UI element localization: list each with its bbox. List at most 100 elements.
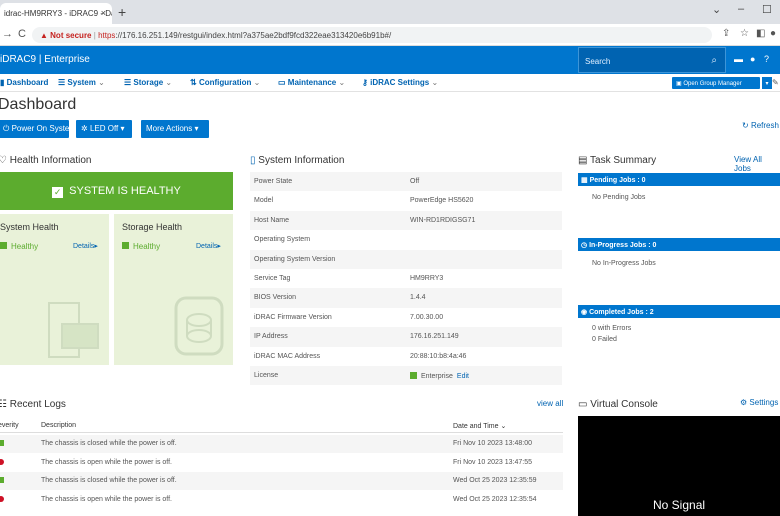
system-info-row: Model PowerEdge HS5620 [250, 191, 562, 210]
col-severity[interactable]: everity [0, 422, 19, 429]
system-health-card: System Health Healthy Details▸ [0, 214, 109, 365]
led-button[interactable]: ✲ LED Off ▾ [76, 120, 132, 138]
menu-configuration-label: Configuration [198, 78, 252, 87]
log-row[interactable]: The chassis is closed while the power is… [0, 472, 563, 490]
new-tab-button[interactable]: + [118, 4, 126, 20]
log-row[interactable]: The chassis is open while the power is o… [0, 454, 563, 472]
calendar-icon: ▦ [581, 177, 590, 184]
system-info-label: IP Address [254, 333, 288, 341]
license-edit-link[interactable]: Edit [457, 373, 469, 380]
health-banner: ✓ SYSTEM IS HEALTHY [0, 172, 233, 210]
virtual-console-title-text: Virtual Console [590, 399, 658, 410]
menu-system[interactable]: ☰ System ⌄ [58, 78, 105, 87]
system-info-value: Enterprise Edit [410, 372, 469, 380]
system-info-label: iDRAC Firmware Version [254, 313, 332, 321]
completed-jobs-label: Completed Jobs : 2 [589, 309, 654, 316]
health-banner-text: SYSTEM IS HEALTHY [69, 185, 181, 197]
gear-icon: ⚙ [740, 398, 750, 407]
home-icon: ▮ [0, 78, 7, 87]
system-info-label: Host Name [254, 216, 290, 224]
system-info-value: Off [410, 178, 420, 185]
storage-icon [174, 296, 224, 356]
menu-storage-label: Storage [133, 78, 164, 87]
log-description: The chassis is open while the power is o… [41, 495, 172, 503]
profile-icon[interactable]: ● [770, 28, 776, 39]
check-icon [122, 242, 129, 249]
log-date: Wed Oct 25 2023 12:35:59 [453, 477, 537, 484]
page-title: Dashboard [0, 96, 77, 113]
system-info-title: ▯ System Information [250, 155, 344, 166]
check-icon: ✓ [52, 187, 64, 198]
share-icon[interactable]: ⇪ [722, 28, 730, 39]
inprogress-jobs-header: ◷ In-Progress Jobs : 0 [578, 238, 780, 251]
system-info-row: BIOS Version 1.4.4 [250, 288, 562, 308]
console-settings-link[interactable]: ⚙ Settings [740, 398, 778, 407]
main-menu: ▮ Dashboard ☰ System ⌄ ☰ Storage ⌄ ⇅ Con… [0, 74, 780, 92]
log-row[interactable]: The chassis is closed while the power is… [0, 435, 563, 453]
col-date[interactable]: Date and Time ⌄ [453, 422, 506, 430]
details-label: Details [73, 243, 95, 250]
menu-idrac-settings-label: iDRAC Settings [370, 78, 430, 87]
view-all-logs-link[interactable]: view all [537, 399, 563, 408]
search-input[interactable]: Search ⌕ [578, 47, 726, 73]
search-icon: ⌕ [711, 55, 717, 66]
recent-logs-title: ☷ Recent Logs [0, 399, 66, 410]
completed-jobs-header: ◉ Completed Jobs : 2 [578, 305, 780, 318]
pending-jobs-header: ▦ Pending Jobs : 0 [578, 173, 780, 186]
system-info-row: Host Name WIN-RD1RDIGSG71 [250, 210, 562, 231]
menu-dashboard[interactable]: ▮ Dashboard [0, 78, 48, 87]
menu-idrac-settings[interactable]: ⚷ iDRAC Settings ⌄ [362, 78, 438, 87]
system-info-label: License [254, 372, 279, 379]
browser-tab[interactable]: idrac-HM9RRY3 - iDRAC9 - Das × [0, 3, 112, 24]
forward-icon[interactable]: → [2, 28, 13, 40]
console-settings-label: Settings [749, 398, 779, 407]
menu-maintenance[interactable]: ▭ Maintenance ⌄ [278, 78, 345, 87]
system-info-row: Power State Off [250, 172, 562, 192]
log-row[interactable]: The chassis is open while the power is o… [0, 491, 563, 509]
storage-health-status: Healthy [122, 242, 160, 251]
view-all-jobs-link[interactable]: View All Jobs [734, 155, 780, 173]
refresh-link[interactable]: ↻ Refresh [742, 121, 779, 130]
tab-close-icon[interactable]: × [101, 8, 106, 18]
system-info-value: 7.00.30.00 [410, 313, 444, 321]
sidebar-icon[interactable]: ◧ [756, 28, 765, 39]
system-info-label: Operating System Version [254, 255, 336, 263]
group-manager-dropdown-icon[interactable]: ▾ [762, 77, 772, 89]
system-health-status: Healthy [0, 242, 38, 251]
storage-health-details-link[interactable]: Details▸ [196, 242, 221, 250]
power-icon: ⏻ [3, 124, 12, 133]
system-health-details-link[interactable]: Details▸ [73, 242, 98, 250]
system-info-row: iDRAC Firmware Version 7.00.30.00 [250, 308, 562, 327]
maintenance-icon: ▭ [278, 78, 288, 87]
minimize-icon[interactable]: – [738, 3, 744, 15]
storage-health-card: Storage Health Healthy Details▸ [114, 214, 233, 365]
help-icon[interactable]: ? [764, 54, 769, 64]
col-description[interactable]: Description [41, 422, 76, 429]
open-group-manager-button[interactable]: ▣ Open Group Manager [672, 77, 760, 89]
menu-storage[interactable]: ☰ Storage ⌄ [124, 78, 172, 87]
severity-critical-icon [0, 495, 4, 502]
license-value: Enterprise [421, 373, 453, 380]
system-info-label: Model [254, 197, 274, 205]
log-date: Fri Nov 10 2023 13:47:55 [453, 458, 532, 466]
power-on-button[interactable]: ⏻ Power On System [0, 120, 76, 138]
log-date: Fri Nov 10 2023 13:48:00 [453, 440, 532, 447]
star-icon[interactable]: ☆ [740, 28, 749, 39]
maximize-icon[interactable]: ☐ [762, 3, 772, 16]
user-icon[interactable]: ● [750, 54, 755, 64]
menu-configuration[interactable]: ⇅ Configuration ⌄ [190, 78, 260, 87]
list-icon: ☰ [58, 78, 68, 87]
health-title-text: Health Information [9, 155, 92, 166]
chevron-down-icon[interactable]: ⌄ [712, 3, 721, 16]
reload-icon[interactable]: C [18, 28, 26, 40]
app-header: iDRAC9 | Enterprise Search ⌕ ▬ ● ? [0, 46, 780, 74]
log-description: The chassis is open while the power is o… [41, 458, 172, 466]
pin-icon[interactable]: ✎ [772, 78, 779, 87]
url-input[interactable]: ▲ Not secure | https://176.16.251.149/re… [32, 27, 712, 43]
inprogress-jobs-label: In-Progress Jobs : 0 [589, 242, 657, 249]
tab-title: idrac-HM9RRY3 - iDRAC9 - Das [4, 9, 112, 18]
more-actions-button[interactable]: More Actions ▾ [141, 120, 209, 138]
health-title: ♡ Health Information [0, 155, 91, 166]
menu-system-label: System [67, 78, 96, 87]
jobs-icon[interactable]: ▬ [734, 54, 743, 64]
